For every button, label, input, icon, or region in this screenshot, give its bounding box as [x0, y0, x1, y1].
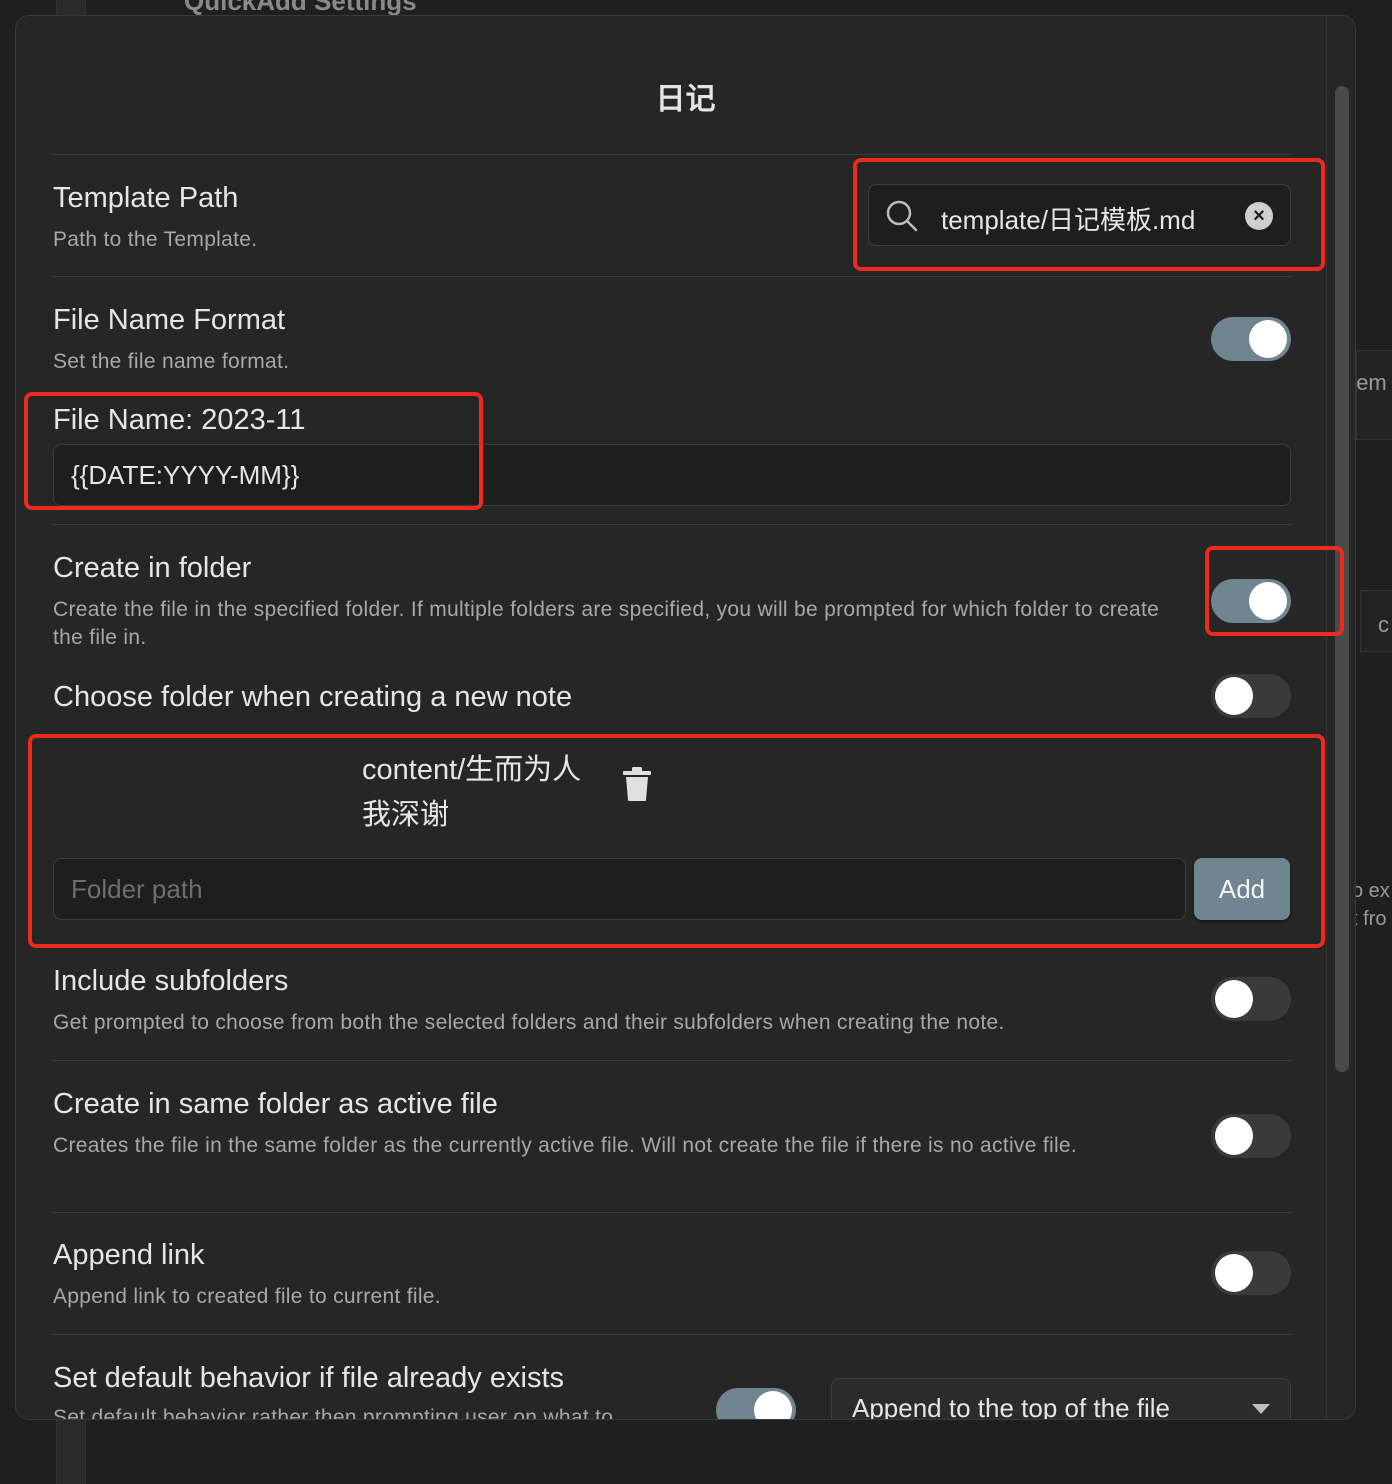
file-name-format-label: File Name Format [53, 304, 286, 336]
chevron-down-icon [1252, 1404, 1270, 1414]
include-subfolders-label: Include subfolders [53, 965, 289, 997]
file-name-preview: File Name: 2023-11 [53, 404, 306, 436]
template-path-search[interactable]: template/日记模板.md × [868, 184, 1291, 246]
settings-modal: 日记 Template Path Path to the Template. t… [15, 15, 1356, 1420]
background-edge-text-4: t fro [1352, 908, 1387, 930]
file-name-format-toggle[interactable] [1211, 317, 1291, 361]
divider [53, 154, 1291, 155]
same-folder-toggle[interactable] [1211, 1114, 1291, 1158]
background-edge-text-1: 'em [1352, 370, 1387, 395]
default-behavior-label: Set default behavior if file already exi… [53, 1362, 564, 1394]
divider [53, 1212, 1291, 1213]
background-edge-text-3: o ex [1352, 880, 1390, 902]
append-link-desc: Append link to created file to current f… [53, 1285, 441, 1308]
trash-icon[interactable] [622, 766, 652, 802]
toggle-knob [1215, 1117, 1253, 1155]
folder-list-item: content/生而为人 我深谢 [362, 754, 582, 831]
folder-path-input[interactable]: Folder path [53, 858, 1186, 920]
default-behavior-select[interactable]: Append to the top of the file [831, 1378, 1291, 1420]
toggle-knob [1215, 677, 1253, 715]
toggle-knob [1215, 980, 1253, 1018]
scrollbar-thumb[interactable] [1335, 86, 1349, 1072]
background-edge-text-2: c [1378, 612, 1389, 637]
append-link-label: Append link [53, 1239, 205, 1271]
template-path-desc: Path to the Template. [53, 228, 258, 251]
create-in-folder-label: Create in folder [53, 552, 252, 584]
include-subfolders-toggle[interactable] [1211, 977, 1291, 1021]
same-folder-label: Create in same folder as active file [53, 1088, 498, 1120]
modal-title: 日记 [655, 83, 716, 116]
toggle-knob [754, 1391, 792, 1419]
file-name-format-desc: Set the file name format. [53, 350, 290, 373]
choose-folder-toggle[interactable] [1211, 674, 1291, 718]
divider [53, 1334, 1291, 1335]
default-behavior-desc: Set default behavior rather then prompti… [53, 1406, 614, 1420]
file-name-format-input[interactable]: {{DATE:YYYY-MM}} [53, 444, 1291, 506]
toggle-knob [1249, 582, 1287, 620]
default-behavior-selected: Append to the top of the file [852, 1393, 1171, 1420]
choose-folder-label: Choose folder when creating a new note [53, 681, 573, 713]
template-path-value[interactable]: template/日记模板.md [941, 200, 1195, 237]
add-folder-button[interactable]: Add [1194, 858, 1290, 920]
create-in-folder-desc: Create the file in the specified folder.… [53, 598, 1160, 649]
divider [53, 276, 1291, 277]
append-link-toggle[interactable] [1211, 1251, 1291, 1295]
divider [53, 1060, 1291, 1061]
toggle-knob [1249, 320, 1287, 358]
include-subfolders-desc: Get prompted to choose from both the sel… [53, 1011, 1005, 1034]
search-icon [886, 200, 918, 232]
create-in-folder-toggle[interactable] [1211, 579, 1291, 623]
toggle-knob [1215, 1254, 1253, 1292]
default-behavior-toggle[interactable] [716, 1388, 796, 1419]
template-path-label: Template Path [53, 182, 239, 214]
same-folder-desc: Creates the file in the same folder as t… [53, 1134, 1078, 1157]
clear-icon[interactable]: × [1245, 202, 1273, 230]
divider [53, 524, 1291, 525]
